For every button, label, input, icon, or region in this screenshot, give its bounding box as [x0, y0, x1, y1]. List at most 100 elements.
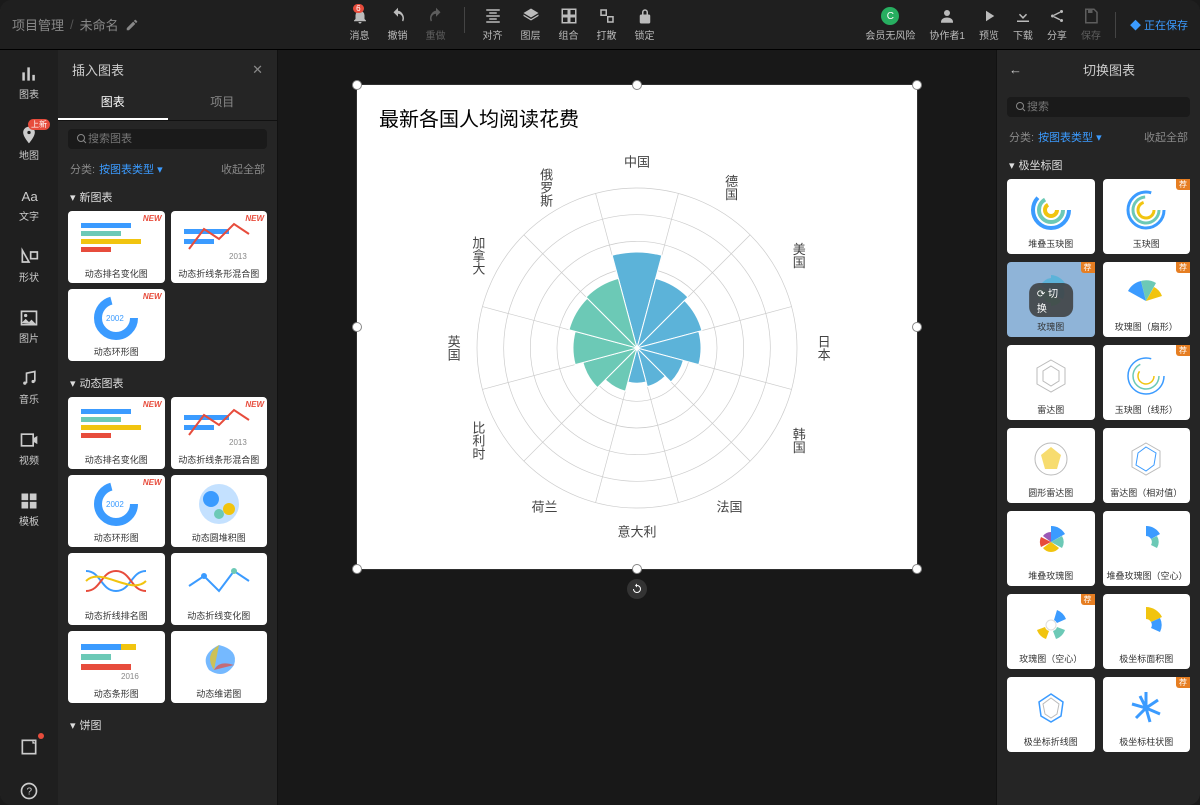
rotate-handle[interactable]	[627, 579, 647, 599]
tile-dyn-rank2[interactable]: NEW 动态排名变化图	[68, 397, 165, 469]
save-button[interactable]: 保存	[1081, 7, 1101, 42]
edit-icon[interactable]	[125, 18, 139, 32]
tile-dyn-line-rank[interactable]: 动态折线排名图	[68, 553, 165, 625]
tile-dyn-ring[interactable]: NEW 2002 动态环形图	[68, 289, 165, 361]
tile-dyn-rank[interactable]: NEW 动态排名变化图	[68, 211, 165, 283]
new-badge: 上新	[28, 119, 50, 130]
sidebar-item-music[interactable]: 音乐	[0, 365, 58, 410]
tile-dyn-bar[interactable]: 2016 动态条形图	[68, 631, 165, 703]
svg-text:加拿大: 加拿大	[470, 236, 485, 275]
tile-dyn-ring2[interactable]: NEW 2002 动态环形图	[68, 475, 165, 547]
sidebar-item-text[interactable]: Aa 文字	[0, 182, 58, 227]
resize-handle-mb[interactable]	[632, 564, 642, 574]
sidebar-item-help[interactable]: ?	[0, 777, 58, 805]
tile-rose[interactable]: 荐 ⟳ 切换 玫瑰图	[1007, 262, 1095, 337]
category-pie[interactable]: ▾ 饼图	[58, 711, 277, 739]
svg-text:2013: 2013	[229, 252, 247, 261]
search-input[interactable]	[88, 133, 259, 145]
svg-text:英国: 英国	[446, 335, 461, 361]
new-tag: NEW	[245, 214, 264, 223]
tile-dyn-venn[interactable]: 动态维诺图	[171, 631, 268, 703]
search-icon	[76, 133, 88, 145]
right-panel: ← 切换图表 分类: 按图表类型 ▾ 收起全部 ▾ 极坐标图 堆叠玉玦图	[996, 50, 1200, 805]
message-button[interactable]: 6 消息	[350, 7, 370, 42]
svg-text:法国: 法国	[716, 500, 742, 515]
share-button[interactable]: 分享	[1047, 7, 1067, 42]
toolbar-right: C 会员无风险 协作者1 预览 下载 分享 保存	[865, 7, 1188, 42]
tile-dyn-line-bar2[interactable]: NEW 2013 动态折线条形混合图	[171, 397, 268, 469]
sidebar-item-template[interactable]: 模板	[0, 487, 58, 532]
layer-button[interactable]: 图层	[521, 7, 541, 42]
sidebar-item-chart[interactable]: 图表	[0, 60, 58, 105]
tile-stack-jade[interactable]: 堆叠玉玦图	[1007, 179, 1095, 254]
tile-jade[interactable]: 荐 玉玦图	[1103, 179, 1191, 254]
resize-handle-mt[interactable]	[632, 80, 642, 90]
rec-tag: 荐	[1176, 179, 1190, 190]
tile-dyn-line-change[interactable]: 动态折线变化图	[171, 553, 268, 625]
download-button[interactable]: 下载	[1013, 7, 1033, 42]
sub-tabs: 图表 项目	[58, 85, 277, 121]
svg-text:?: ?	[27, 786, 33, 797]
vip-button[interactable]: C 会员无风险	[865, 7, 915, 42]
right-search-input[interactable]	[1027, 101, 1182, 113]
tile-radar[interactable]: 雷达图	[1007, 345, 1095, 420]
resize-handle-bl[interactable]	[352, 564, 362, 574]
new-tag: NEW	[143, 292, 162, 301]
group-button[interactable]: 组合	[559, 7, 579, 42]
back-icon[interactable]: ←	[1009, 62, 1022, 77]
resize-handle-tl[interactable]	[352, 80, 362, 90]
sidebar-item-video[interactable]: 视频	[0, 426, 58, 471]
undo-button[interactable]: 撤销	[388, 7, 408, 42]
collapse-all[interactable]: 收起全部	[221, 161, 265, 177]
redo-button[interactable]: 重做	[426, 7, 446, 42]
ungroup-button[interactable]: 打散	[597, 7, 617, 42]
tile-polar-line[interactable]: 极坐标折线图	[1007, 677, 1095, 752]
saving-status: ◆ 正在保存	[1130, 17, 1188, 33]
resize-handle-mr[interactable]	[912, 322, 922, 332]
breadcrumb-doc[interactable]: 未命名	[80, 15, 119, 34]
resize-handle-br[interactable]	[912, 564, 922, 574]
sidebar-item-map[interactable]: 上新 地图	[0, 121, 58, 166]
tile-dyn-line-bar[interactable]: NEW 2013 动态折线条形混合图	[171, 211, 268, 283]
svg-text:日本: 日本	[816, 335, 831, 361]
lock-button[interactable]: 锁定	[635, 7, 655, 42]
tile-rose-fan[interactable]: 荐 玫瑰图（扇形）	[1103, 262, 1191, 337]
tile-dyn-circle-stack[interactable]: 动态圆堆积图	[171, 475, 268, 547]
tile-circle-radar[interactable]: 圆形雷达图	[1007, 428, 1095, 503]
chart-selection[interactable]: 最新各国人均阅读花费 中国德国美国日本韩国法国意大利荷兰比利时英国加拿大俄罗斯	[357, 85, 917, 569]
breadcrumb-project[interactable]: 项目管理	[12, 15, 64, 34]
category-dynamic[interactable]: ▾ 动态图表	[58, 369, 277, 397]
svg-text:意大利: 意大利	[617, 524, 656, 539]
tile-polar-area[interactable]: 极坐标面积图	[1103, 594, 1191, 669]
polar-rose-chart: 中国德国美国日本韩国法国意大利荷兰比利时英国加拿大俄罗斯	[377, 138, 897, 558]
collaborators-button[interactable]: 协作者1	[929, 7, 965, 42]
tile-stack-rose-hollow[interactable]: 堆叠玫瑰图（空心）	[1103, 511, 1191, 586]
rec-tag: 荐	[1176, 345, 1190, 356]
resize-handle-tr[interactable]	[912, 80, 922, 90]
preview-button[interactable]: 预览	[979, 7, 999, 42]
svg-text:2013: 2013	[229, 438, 247, 447]
category-new[interactable]: ▾ 新图表	[58, 183, 277, 211]
filter-dropdown[interactable]: 按图表类型 ▾	[99, 161, 163, 177]
align-button[interactable]: 对齐	[483, 7, 503, 42]
svg-text:2002: 2002	[106, 314, 124, 323]
vip-avatar-icon: C	[881, 7, 899, 25]
tile-polar-bar[interactable]: 荐 极坐标柱状图	[1103, 677, 1191, 752]
tile-radar-rel[interactable]: 雷达图（相对值）	[1103, 428, 1191, 503]
right-search-box[interactable]	[1007, 97, 1190, 117]
tab-chart[interactable]: 图表	[58, 85, 168, 120]
tile-stack-rose[interactable]: 堆叠玫瑰图	[1007, 511, 1095, 586]
tile-rose-hollow[interactable]: 荐 玫瑰图（空心）	[1007, 594, 1095, 669]
sidebar-item-pages[interactable]	[0, 733, 58, 761]
tile-jade-line[interactable]: 荐 玉玦图（线形）	[1103, 345, 1191, 420]
search-box[interactable]	[68, 129, 267, 149]
canvas[interactable]: 最新各国人均阅读花费 中国德国美国日本韩国法国意大利荷兰比利时英国加拿大俄罗斯	[278, 50, 996, 805]
resize-handle-ml[interactable]	[352, 322, 362, 332]
category-polar[interactable]: ▾ 极坐标图	[997, 151, 1200, 179]
right-collapse-all[interactable]: 收起全部	[1144, 129, 1188, 145]
right-filter-dropdown[interactable]: 按图表类型 ▾	[1038, 129, 1102, 145]
close-icon[interactable]: ✕	[252, 62, 263, 78]
tab-project[interactable]: 项目	[168, 85, 278, 120]
sidebar-item-image[interactable]: 图片	[0, 304, 58, 349]
sidebar-item-shape[interactable]: 形状	[0, 243, 58, 288]
